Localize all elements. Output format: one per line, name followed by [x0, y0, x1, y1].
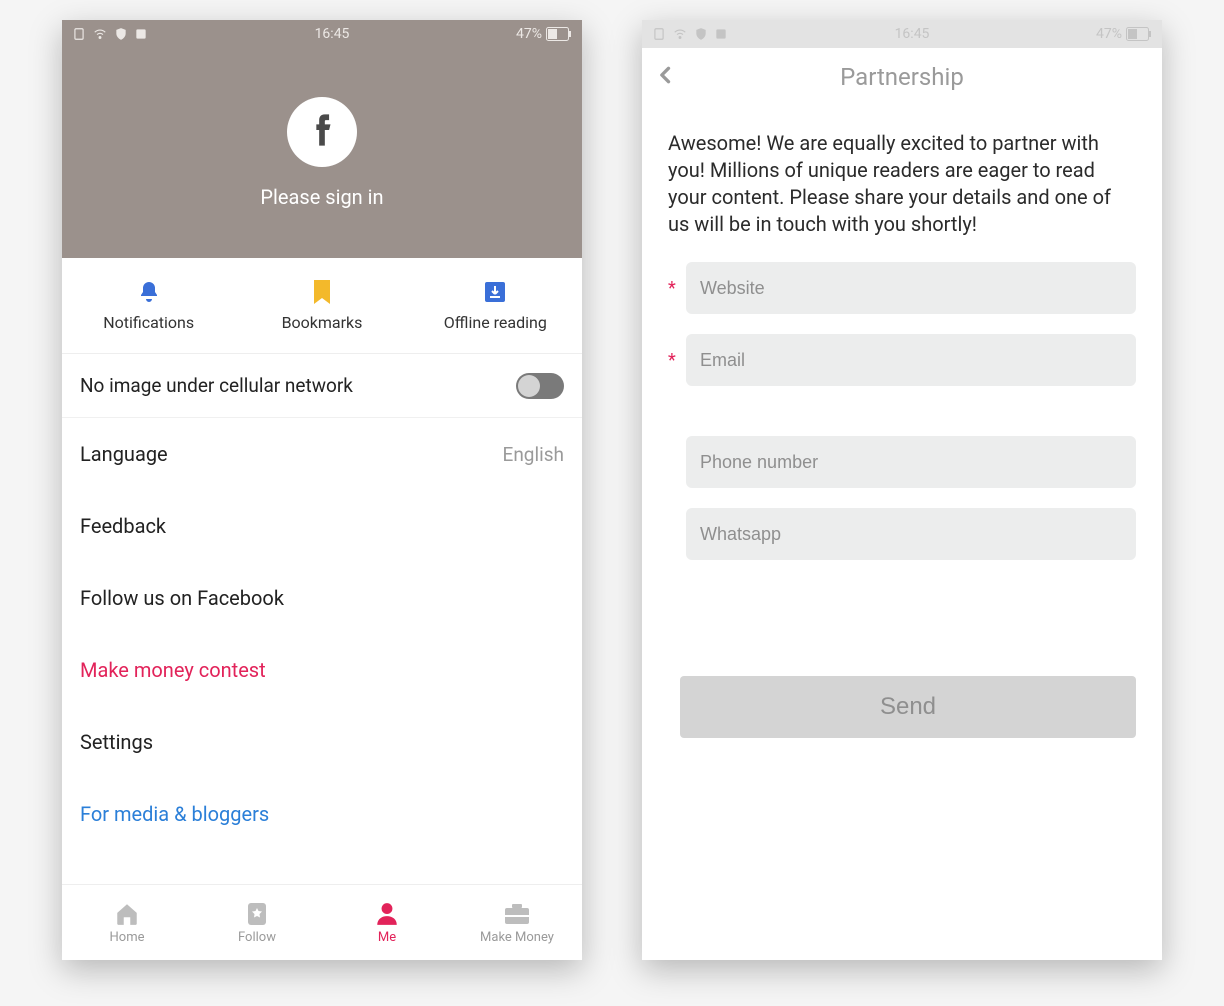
required-mark: * — [668, 350, 680, 371]
settings-row[interactable]: Settings — [62, 706, 582, 778]
intro-text: Awesome! We are equally excited to partn… — [668, 130, 1136, 238]
whatsapp-input[interactable] — [686, 508, 1136, 560]
nav-home[interactable]: Home — [62, 885, 192, 960]
follow-facebook-row[interactable]: Follow us on Facebook — [62, 562, 582, 634]
notifications-label: Notifications — [103, 313, 194, 332]
make-money-contest-row[interactable]: Make money contest — [62, 634, 582, 706]
bookmark-icon — [309, 279, 335, 305]
media-bloggers-label: For media & bloggers — [80, 802, 269, 826]
battery-text: 47% — [1096, 26, 1122, 42]
nav-make-money[interactable]: Make Money — [452, 885, 582, 960]
status-right: 47% — [1096, 26, 1152, 42]
phone-me-screen: 16:45 47% Please sign in Notifications — [62, 20, 582, 960]
phone-partnership-screen: 16:45 47% Partnership Awesome! We are eq… — [642, 20, 1162, 960]
wifi-icon — [92, 27, 108, 41]
spacer — [668, 580, 1136, 640]
nav-follow-label: Follow — [238, 930, 276, 945]
battery-icon — [1126, 27, 1152, 41]
facebook-signin-button[interactable] — [287, 97, 357, 167]
nav-me[interactable]: Me — [322, 885, 452, 960]
feedback-label: Feedback — [80, 514, 166, 538]
spacer — [668, 406, 1136, 436]
make-money-contest-label: Make money contest — [80, 658, 266, 682]
status-right: 47% — [516, 26, 572, 42]
no-image-label: No image under cellular network — [80, 374, 353, 397]
shield-icon — [114, 27, 128, 41]
media-bloggers-row[interactable]: For media & bloggers — [62, 778, 582, 850]
nav-make-money-label: Make Money — [480, 930, 554, 945]
battery-text: 47% — [516, 26, 542, 42]
quick-actions: Notifications Bookmarks Offline reading — [62, 258, 582, 354]
person-icon — [373, 900, 401, 928]
email-field-wrap: * — [668, 334, 1136, 386]
chevron-left-icon — [656, 74, 676, 93]
website-field-wrap: * — [668, 262, 1136, 314]
language-value: English — [503, 443, 564, 466]
home-icon — [113, 900, 141, 928]
sim-icon — [72, 27, 86, 41]
required-mark: * — [668, 278, 680, 299]
status-bar: 16:45 47% — [62, 20, 582, 48]
offline-label: Offline reading — [444, 313, 547, 332]
notifications-button[interactable]: Notifications — [62, 258, 235, 353]
nav-follow[interactable]: Follow — [192, 885, 322, 960]
no-image-toggle-row: No image under cellular network — [62, 354, 582, 418]
follow-facebook-label: Follow us on Facebook — [80, 586, 284, 610]
offline-reading-button[interactable]: Offline reading — [409, 258, 582, 353]
send-button[interactable]: Send — [680, 676, 1136, 738]
app-icon — [134, 27, 148, 41]
signin-label: Please sign in — [260, 185, 383, 209]
no-image-toggle[interactable] — [516, 373, 564, 399]
status-time: 16:45 — [315, 26, 350, 42]
phone-field-wrap — [668, 436, 1136, 488]
bell-icon — [136, 279, 162, 305]
phone-input[interactable] — [686, 436, 1136, 488]
sim-icon — [652, 27, 666, 41]
feedback-row[interactable]: Feedback — [62, 490, 582, 562]
download-icon — [482, 279, 508, 305]
settings-label: Settings — [80, 730, 153, 754]
shield-icon — [694, 27, 708, 41]
bookmarks-button[interactable]: Bookmarks — [235, 258, 408, 353]
battery-icon — [546, 27, 572, 41]
wifi-icon — [672, 27, 688, 41]
status-left — [652, 27, 728, 41]
hero-section: Please sign in — [62, 48, 582, 258]
email-input[interactable] — [686, 334, 1136, 386]
app-icon — [714, 27, 728, 41]
bottom-nav: Home Follow Me Make Money — [62, 884, 582, 960]
language-label: Language — [80, 442, 168, 466]
back-button[interactable] — [656, 61, 676, 93]
website-input[interactable] — [686, 262, 1136, 314]
briefcase-icon — [503, 900, 531, 928]
status-bar: 16:45 47% — [642, 20, 1162, 48]
status-left — [72, 27, 148, 41]
partnership-form: Awesome! We are equally excited to partn… — [642, 106, 1162, 738]
settings-list: Language English Feedback Follow us on F… — [62, 418, 582, 850]
star-card-icon — [243, 900, 271, 928]
nav-home-label: Home — [110, 930, 145, 945]
language-row[interactable]: Language English — [62, 418, 582, 490]
nav-me-label: Me — [378, 930, 396, 945]
bookmarks-label: Bookmarks — [282, 313, 363, 332]
page-title: Partnership — [840, 63, 964, 91]
whatsapp-field-wrap — [668, 508, 1136, 560]
facebook-icon — [312, 113, 332, 151]
header: Partnership — [642, 48, 1162, 106]
status-time: 16:45 — [895, 26, 930, 42]
